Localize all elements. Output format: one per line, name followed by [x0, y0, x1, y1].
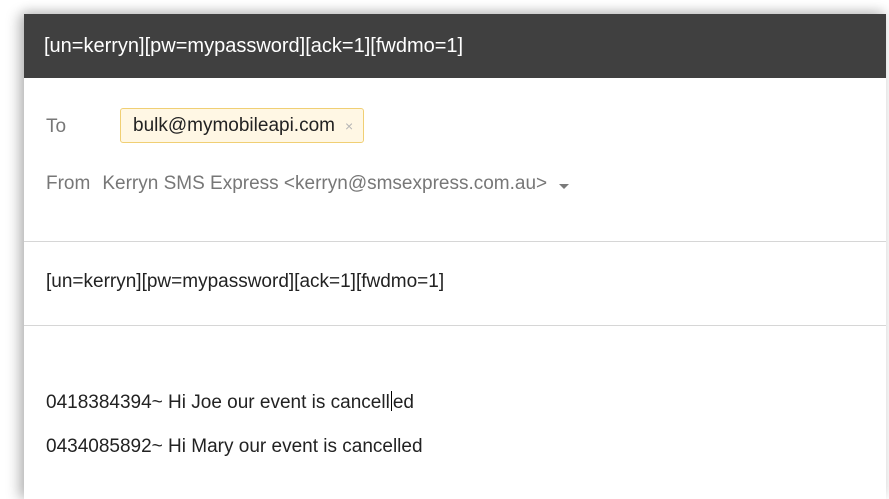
- from-address-selector[interactable]: Kerryn SMS Express <kerryn@smsexpress.co…: [102, 173, 547, 195]
- from-row: From Kerryn SMS Express <kerryn@smsexpre…: [46, 173, 570, 195]
- body-line: 0418384394~ Hi Joe our event is cancell e…: [46, 391, 414, 414]
- subject-field[interactable]: [un=kerryn][pw=mypassword][ack=1][fwdmo=…: [24, 242, 886, 326]
- chevron-down-icon[interactable]: [559, 183, 570, 189]
- body-line-1-text-end: ed: [392, 392, 414, 413]
- body-line: 0434085892~ Hi Mary our event is cancell…: [46, 436, 423, 458]
- screenshot-stage: [un=kerryn][pw=mypassword][ack=1][fwdmo=…: [0, 0, 889, 499]
- remove-recipient-icon[interactable]: ×: [345, 119, 353, 133]
- text-cursor: [390, 391, 392, 411]
- message-body-editor[interactable]: 0418384394~ Hi Joe our event is cancell e…: [24, 326, 886, 499]
- to-label: To: [46, 116, 67, 137]
- to-recipient-chip[interactable]: bulk@mymobileapi.com ×: [120, 108, 365, 143]
- compose-title: [un=kerryn][pw=mypassword][ack=1][fwdmo=…: [44, 35, 464, 57]
- from-label: From: [46, 173, 91, 194]
- to-recipient-email: bulk@mymobileapi.com: [133, 114, 335, 136]
- body-line-2-text: 0434085892~ Hi Mary our event is cancell…: [46, 436, 423, 457]
- body-line-1-text-start: 0418384394~ Hi Joe our event is cancell: [46, 392, 390, 413]
- subject-value: [un=kerryn][pw=mypassword][ack=1][fwdmo=…: [46, 271, 445, 292]
- compose-window: [un=kerryn][pw=mypassword][ack=1][fwdmo=…: [24, 14, 886, 499]
- recipients-section: To bulk@mymobileapi.com × From Kerryn SM…: [24, 78, 886, 242]
- compose-title-bar[interactable]: [un=kerryn][pw=mypassword][ack=1][fwdmo=…: [24, 14, 886, 78]
